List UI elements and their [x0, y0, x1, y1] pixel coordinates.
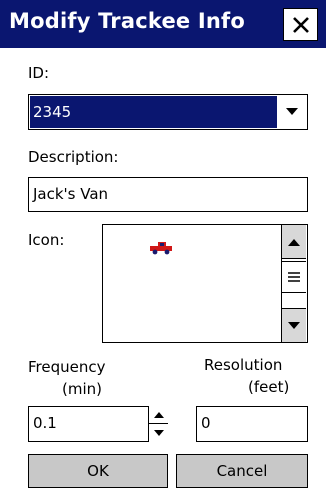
- scroll-up-arrow-icon: [288, 238, 300, 246]
- frequency-label-line1: Frequency: [28, 358, 106, 376]
- scroll-thumb[interactable]: [282, 261, 306, 293]
- icon-label: Icon:: [28, 231, 65, 249]
- scroll-down-button[interactable]: [282, 308, 306, 342]
- close-icon: [292, 16, 309, 33]
- spin-down-icon: [153, 429, 164, 436]
- icon-list-scrollbar[interactable]: [281, 225, 307, 342]
- resolution-label-line1: Resolution: [204, 356, 283, 374]
- chevron-down-icon: [286, 108, 298, 115]
- description-input[interactable]: Jack's Van: [28, 177, 308, 212]
- red-truck-icon[interactable]: [148, 241, 174, 255]
- frequency-input[interactable]: 0.1: [28, 406, 168, 442]
- description-label: Description:: [28, 148, 119, 166]
- id-selected-value: 2345: [30, 96, 277, 128]
- id-label: ID:: [28, 64, 50, 82]
- scroll-up-button[interactable]: [282, 225, 306, 259]
- frequency-label-line2: (min): [62, 380, 102, 398]
- spin-up-icon: [153, 411, 164, 418]
- ok-button[interactable]: OK: [28, 454, 168, 488]
- dialog-title: Modify Trackee Info: [9, 9, 246, 33]
- close-button[interactable]: [283, 8, 318, 41]
- title-bar: Modify Trackee Info: [0, 0, 326, 48]
- cancel-button[interactable]: Cancel: [176, 454, 308, 488]
- frequency-spinner[interactable]: [148, 406, 168, 442]
- dropdown-arrow-button[interactable]: [277, 95, 307, 129]
- grip-icon: [288, 272, 300, 282]
- spin-down-button[interactable]: [149, 424, 168, 441]
- resolution-label-line2: (feet): [248, 378, 290, 396]
- scroll-down-arrow-icon: [288, 321, 300, 329]
- icon-list[interactable]: [102, 224, 308, 343]
- spin-up-button[interactable]: [149, 406, 168, 424]
- id-dropdown[interactable]: 2345: [28, 94, 308, 130]
- resolution-input[interactable]: 0: [196, 406, 308, 442]
